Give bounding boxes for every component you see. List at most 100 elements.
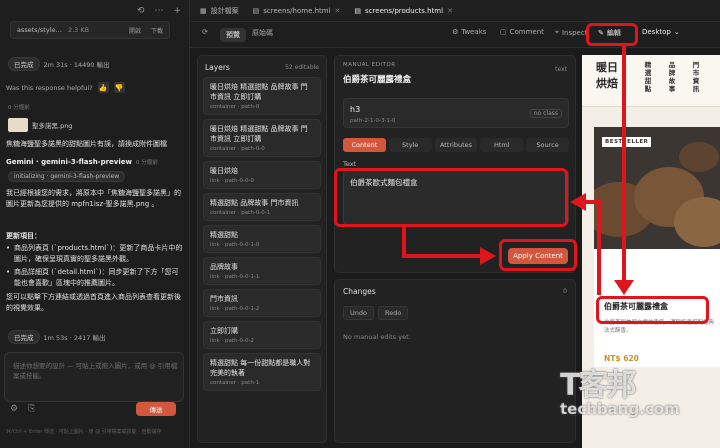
reload-icon[interactable]: ⟳ [202, 28, 208, 36]
nav-item[interactable]: 門市資訊 [692, 61, 700, 93]
highlight-edit-button [586, 23, 638, 46]
attach-icon[interactable]: ⎘ [28, 404, 35, 414]
file-download-button[interactable]: 下載 [151, 26, 163, 35]
layer-label: 精選甜點 [210, 231, 238, 239]
close-icon[interactable]: ✕ [335, 7, 341, 15]
tab-home-html[interactable]: ▤ screens/home.html ✕ [253, 7, 341, 15]
model-time: 0 分鐘前 [135, 160, 158, 166]
layer-item[interactable]: 暖日烘焙 精選甜點 品牌故事 門市資訊 立即訂購 container · pat… [203, 77, 321, 115]
tab-content[interactable]: Content [343, 138, 386, 152]
grid-icon: ▦ [200, 6, 207, 15]
layer-label: 立即訂購 [210, 327, 238, 335]
tweaks-icon: ⚙ [452, 28, 459, 36]
changes-title: Changes [343, 287, 376, 296]
layer-item[interactable]: 立即訂購 link · path-0-0-2 [203, 321, 321, 349]
arrow-left-icon [570, 193, 586, 211]
comment-label: Comment [509, 28, 544, 36]
layer-item[interactable]: 精選甜點 link · path-0-0-1-0 [203, 225, 321, 253]
file-open-button[interactable]: 開啟 [129, 26, 141, 35]
layer-label: 精選甜點 品牌故事 門市資訊 [210, 199, 299, 207]
tab-attributes[interactable]: Attributes [434, 138, 478, 152]
file-tabs: ▦ 設計檔案 ▤ screens/home.html ✕ ▤ screens/p… [190, 0, 720, 22]
settings-icon[interactable]: ⚙ [10, 404, 18, 414]
file-attachment[interactable]: assets/style… 2.3 KB 開啟 下載 [10, 21, 170, 39]
nav-item[interactable]: 精選甜點 [644, 61, 652, 93]
thumbs-down-icon[interactable]: 👎 [113, 82, 125, 93]
redo-button[interactable]: Redo [377, 306, 409, 320]
source-mode-button[interactable]: 原始碼 [252, 28, 273, 38]
tab-html[interactable]: Html [480, 138, 524, 152]
layers-panel: Layers 52 editable 暖日烘焙 精選甜點 品牌故事 門市資訊 立… [197, 55, 327, 443]
tab-style[interactable]: Style [388, 138, 432, 152]
inspect-button[interactable]: ⌖ Inspect [555, 28, 587, 37]
preview-toolbar: ⟳ 預覽 原始碼 ⚙ Tweaks ▢ Comment ⌖ Inspect ✎ … [190, 22, 720, 48]
layer-item[interactable]: 品牌故事 link · path-0-0-1-1 [203, 257, 321, 285]
layers-header: Layers 52 editable [198, 56, 326, 77]
update-title: 更新項目： [6, 232, 41, 240]
undo-button[interactable]: Undo [343, 306, 374, 320]
source-label: 原始碼 [252, 29, 273, 37]
update-list: 商品列表頁 (`products.html`)：更新了商品卡片中的圖片，確保呈現… [6, 243, 184, 291]
selected-element: h3 path-2-1-0-3-1-0 no class [343, 98, 569, 128]
tab-design-files[interactable]: ▦ 設計檔案 [200, 6, 239, 16]
preview-mode-button[interactable]: 預覽 [220, 28, 246, 42]
composer-footer: ⌘/Ctrl + Enter 傳送 · 可貼上圖片 · 用 @ 引用檔案或技能 … [6, 429, 162, 435]
editor-tabs: Content Style Attributes Html Source [343, 138, 569, 152]
user-message: 焦糖海鹽聖多諾黑的甜點圖片有誤，請換成附件圖檔 [6, 140, 167, 148]
message-composer[interactable]: 描述你想要的設計 — 可貼上或拖入圖片，或用 @ 引用檔案或技能。 [4, 352, 184, 402]
list-item: 商品列表頁 (`products.html`)：更新了商品卡片中的圖片，確保呈現… [6, 243, 184, 265]
add-icon[interactable]: + [173, 6, 181, 16]
bread-shape [679, 142, 719, 172]
status-done-1: 已完成 2m 31s · 14490 輸出 [8, 57, 110, 71]
tweaks-label: Tweaks [461, 28, 487, 36]
send-button[interactable]: 傳送 [136, 402, 176, 416]
reply-intro: 我已經根據您的需求，將原本中「焦糖海鹽聖多諾黑」的圖片更新為您提供的 mpfn1… [6, 189, 181, 208]
layer-item[interactable]: 門市資訊 link · path-0-0-1-2 [203, 289, 321, 317]
status-stats: 1m 53s · 2417 輸出 [43, 334, 106, 342]
layer-item[interactable]: 精選甜點 品牌故事 門市資訊 container · path-0-0-1 [203, 193, 321, 221]
reply-outro: 您可以點擊下方連結或透過首頁進入商品列表查看更新後的視覺效果。 [6, 293, 181, 312]
more-icon[interactable]: ⋯ [154, 6, 163, 16]
thumbs-up-icon[interactable]: 👍 [97, 82, 109, 93]
close-icon[interactable]: ✕ [447, 7, 453, 15]
watermark-url: techbang.com [560, 400, 680, 418]
bread-shape [674, 197, 720, 247]
layers-count: 52 editable [285, 64, 319, 71]
tweaks-button[interactable]: ⚙ Tweaks [452, 28, 486, 36]
tab-products-html[interactable]: ▤ screens/products.html ✕ [354, 7, 453, 15]
layer-path: link · path-0-0-1-1 [210, 274, 260, 280]
device-select[interactable]: Desktop ⌄ [642, 28, 680, 36]
layer-path: link · path-0-0-2 [210, 338, 254, 344]
layer-item[interactable]: 暖日烘焙 link · path-0-0-0 [203, 161, 321, 189]
comment-button[interactable]: ▢ Comment [500, 28, 544, 36]
layer-label: 門市資訊 [210, 295, 238, 303]
history-icon[interactable]: ⟲ [137, 6, 145, 16]
arrow-line [622, 46, 626, 286]
layer-path: container · path-0-0 [210, 146, 265, 152]
file-size: 2.3 KB [67, 26, 90, 34]
site-header: 暖日烘焙 精選甜點 品牌故事 門市資訊 [582, 55, 720, 107]
tab-label: screens/home.html [263, 6, 331, 15]
message-time: 0 分鐘前 [8, 105, 30, 111]
changes-empty-text: No manual edits yet. [343, 333, 411, 341]
editor-title: 伯爵茶可麗露禮盒 [343, 75, 412, 85]
layer-path: link · path-0-0-1-2 [210, 306, 260, 312]
tab-source[interactable]: Source [526, 138, 569, 152]
chat-header: ⟲ ⋯ + [0, 0, 189, 22]
element-tag: h3 [350, 105, 361, 114]
layer-item[interactable]: 精選甜點 每一份甜點都是職人對完美的執著 container · path-1 [203, 353, 321, 391]
status-stats: 2m 31s · 14490 輸出 [43, 61, 110, 69]
nav-item[interactable]: 品牌故事 [668, 61, 676, 93]
layer-item[interactable]: 暖日烘焙 精選甜點 品牌故事 門市資訊 立即訂購 container · pat… [203, 119, 321, 157]
changes-panel: Changes 0 Undo Redo No manual edits yet. [334, 279, 576, 443]
element-type-badge: text [555, 66, 567, 73]
editor-header: MANUAL EDITOR [343, 62, 396, 68]
image-attachment[interactable]: 聖多諾黑.png [8, 118, 72, 132]
layer-label: 精選甜點 每一份甜點都是職人對完美的執著 [210, 359, 311, 377]
undo-redo-group: Undo Redo [343, 306, 409, 320]
element-path: path-2-1-0-3-1-0 [350, 118, 396, 124]
image-thumbnail [8, 118, 28, 132]
image-name: 聖多諾黑.png [32, 122, 73, 130]
highlight-product-title [596, 296, 709, 324]
app-window: ⟲ ⋯ + assets/style… 2.3 KB 開啟 下載 已完成 2m … [0, 0, 720, 448]
